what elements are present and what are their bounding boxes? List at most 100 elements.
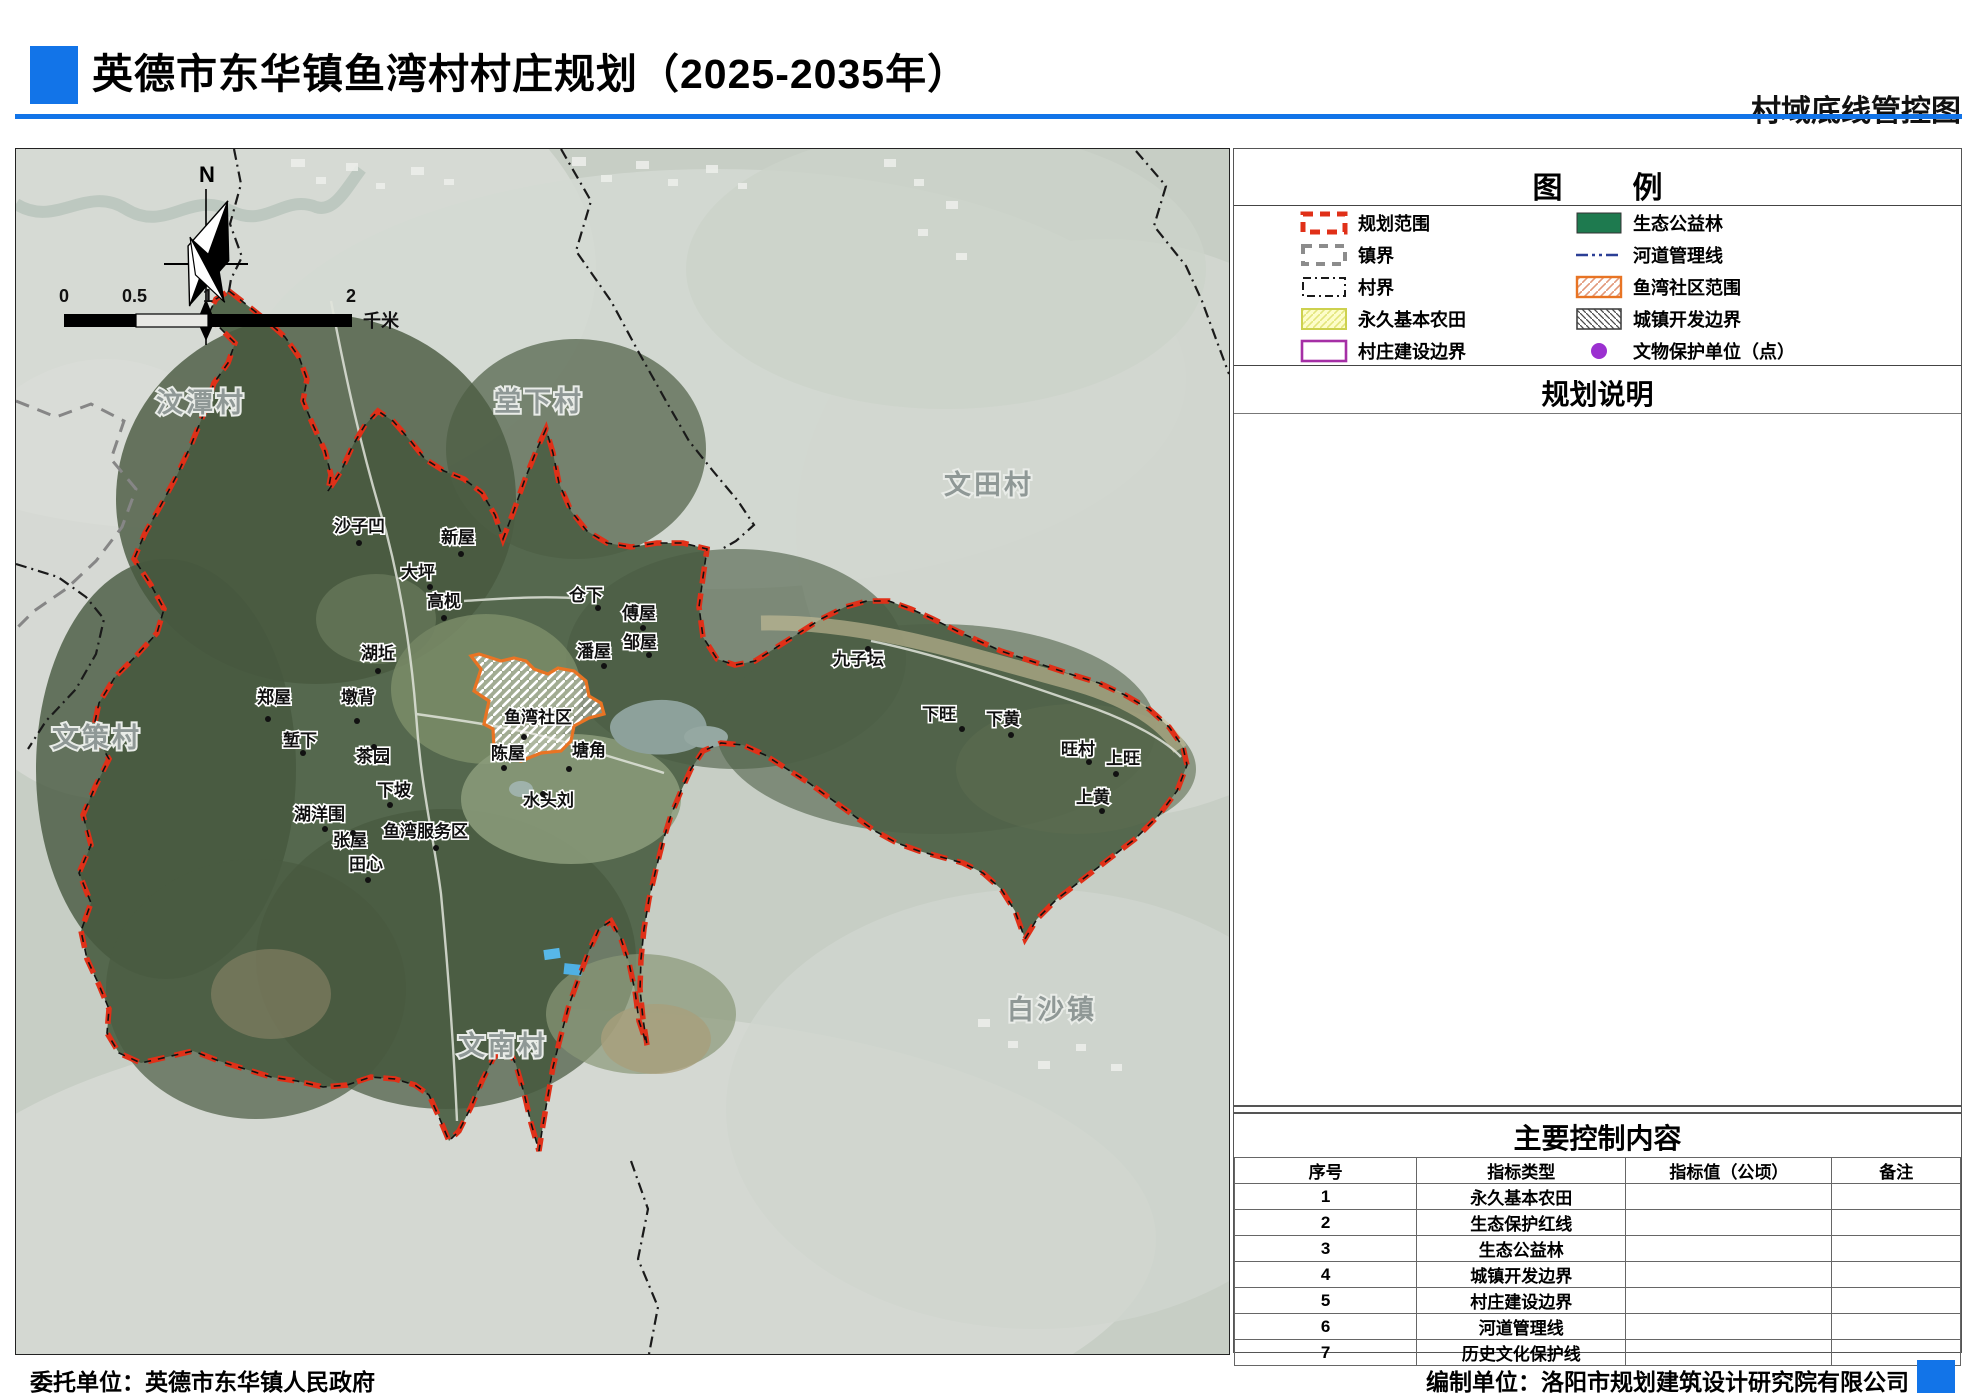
- cell-remark: [1832, 1236, 1961, 1262]
- north-label: N: [199, 162, 215, 187]
- region-label: 堂下村: [494, 387, 584, 417]
- cell-value: [1626, 1262, 1832, 1288]
- legend-label: 镇界: [1358, 242, 1394, 268]
- cell-remark: [1832, 1262, 1961, 1288]
- place-label: 邹屋: [623, 632, 657, 652]
- place-label: 水头刘: [523, 790, 574, 810]
- legend-label: 鱼湾社区范围: [1633, 274, 1741, 300]
- legend-item-river-line: 河道管理线: [1574, 241, 1723, 269]
- legend-item-urban-dev-boundary: 城镇开发边界: [1574, 305, 1741, 333]
- farmland-swatch: [1299, 307, 1349, 331]
- region-label: 文南村: [458, 1030, 548, 1061]
- planning-notes-title: 规划说明: [1234, 373, 1961, 413]
- table-row: 5村庄建设边界: [1235, 1288, 1961, 1314]
- legend-label: 生态公益林: [1633, 210, 1723, 236]
- place-label: 田心: [349, 855, 383, 874]
- cell-no: 1: [1235, 1184, 1417, 1210]
- table-row: 1永久基本农田: [1235, 1184, 1961, 1210]
- cell-no: 5: [1235, 1288, 1417, 1314]
- place-label: 鱼湾社区: [504, 707, 572, 727]
- place-label: 潘屋: [577, 641, 611, 661]
- control-table: 序号 指标类型 指标值（公顷） 备注 1永久基本农田 2生态保护红线 3生态公益…: [1234, 1157, 1961, 1366]
- col-header-type: 指标类型: [1417, 1158, 1626, 1184]
- legend-title-right: 例: [1633, 172, 1663, 205]
- legend-item-planning-range: 规划范围: [1299, 209, 1430, 237]
- region-label: 文策村: [52, 722, 142, 753]
- legend-title-left: 图: [1533, 172, 1563, 205]
- cell-remark: [1832, 1288, 1961, 1314]
- scale-unit: 千米: [363, 310, 400, 331]
- heritage-point-swatch: [1574, 339, 1624, 363]
- table-header-row: 序号 指标类型 指标值（公顷） 备注: [1235, 1158, 1961, 1184]
- construction-boundary-swatch: [1299, 339, 1349, 363]
- place-label: 张屋: [333, 831, 367, 850]
- footer-accent-square: [1917, 1360, 1955, 1393]
- legend-title: 图例: [1234, 163, 1961, 207]
- notes-separator-top: [1234, 365, 1961, 366]
- info-panel: 图例 规划范围 镇界 村界 永久基本农田 村庄建设边界 生态公益林 河道管理线 …: [1233, 148, 1962, 1353]
- place-label: 九子坛: [832, 650, 884, 669]
- legend-item-construction-boundary: 村庄建设边界: [1299, 337, 1466, 365]
- legend-label: 河道管理线: [1633, 242, 1723, 268]
- scale-tick: 1: [203, 286, 213, 306]
- legend-label: 城镇开发边界: [1633, 306, 1741, 332]
- cell-type: 生态公益林: [1417, 1236, 1626, 1262]
- place-label: 陈屋: [491, 743, 525, 763]
- cell-value: [1626, 1184, 1832, 1210]
- place-label: 墩背: [341, 687, 375, 707]
- place-label: 高枧: [427, 591, 461, 611]
- col-header-value: 指标值（公顷）: [1626, 1158, 1832, 1184]
- cell-remark: [1832, 1314, 1961, 1340]
- place-label: 郑屋: [257, 687, 291, 707]
- place-label: 旺村: [1061, 739, 1095, 759]
- notes-separator-bottom: [1234, 413, 1961, 414]
- place-label: 新屋: [441, 527, 475, 547]
- legend-label: 文物保护单位（点）: [1633, 338, 1795, 364]
- place-label: 沙子凹: [334, 517, 385, 536]
- satellite-map: 汶潭村 堂下村 文田村 文策村 文南村 白沙镇 沙子凹 新屋 大坪 高枧 仓下 …: [16, 149, 1229, 1354]
- cell-no: 7: [1235, 1340, 1417, 1366]
- place-label: 大坪: [401, 562, 435, 582]
- place-label: 上旺: [1106, 749, 1140, 768]
- region-label: 文田村: [944, 469, 1034, 500]
- place-label: 湖洋围: [294, 804, 345, 824]
- place-label: 堑下: [283, 730, 317, 750]
- col-header-no: 序号: [1235, 1158, 1417, 1184]
- cell-value: [1626, 1314, 1832, 1340]
- town-boundary-swatch: [1299, 243, 1349, 267]
- legend-label: 永久基本农田: [1358, 306, 1466, 332]
- river-line-swatch: [1574, 243, 1624, 267]
- page-title: 英德市东华镇鱼湾村村庄规划（2025-2035年）: [92, 40, 969, 100]
- scale-tick: 2: [346, 286, 356, 306]
- cell-type: 生态保护红线: [1417, 1210, 1626, 1236]
- commissioning-unit: 委托单位：英德市东华镇人民政府: [30, 1363, 375, 1397]
- legend-item-town-boundary: 镇界: [1299, 241, 1394, 269]
- eco-forest-swatch: [1574, 211, 1624, 235]
- place-label: 塘角: [572, 740, 606, 760]
- cell-value: [1626, 1236, 1832, 1262]
- village-boundary-swatch: [1299, 275, 1349, 299]
- cell-no: 2: [1235, 1210, 1417, 1236]
- map-canvas: 汶潭村 堂下村 文田村 文策村 文南村 白沙镇 沙子凹 新屋 大坪 高枧 仓下 …: [15, 148, 1230, 1355]
- cell-type: 永久基本农田: [1417, 1184, 1626, 1210]
- cell-type: 村庄建设边界: [1417, 1288, 1626, 1314]
- place-label: 傅屋: [621, 603, 656, 623]
- table-row: 2生态保护红线: [1235, 1210, 1961, 1236]
- legend-label: 村界: [1358, 274, 1394, 300]
- scale-tick: 0: [59, 286, 69, 306]
- region-label: 汶潭村: [156, 387, 246, 418]
- legend-label: 规划范围: [1358, 210, 1430, 236]
- compiling-unit: 编制单位：洛阳市规划建筑设计研究院有限公司: [1426, 1363, 1909, 1397]
- legend-item-heritage-point: 文物保护单位（点）: [1574, 337, 1795, 365]
- cell-type: 城镇开发边界: [1417, 1262, 1626, 1288]
- cell-remark: [1832, 1210, 1961, 1236]
- col-header-remark: 备注: [1832, 1158, 1961, 1184]
- cell-no: 4: [1235, 1262, 1417, 1288]
- legend-separator: [1234, 205, 1961, 206]
- cell-value: [1626, 1340, 1832, 1366]
- legend-item-farmland: 永久基本农田: [1299, 305, 1466, 333]
- cell-remark: [1832, 1184, 1961, 1210]
- cell-value: [1626, 1210, 1832, 1236]
- title-rule: [15, 114, 1962, 119]
- legend-item-village-boundary: 村界: [1299, 273, 1394, 301]
